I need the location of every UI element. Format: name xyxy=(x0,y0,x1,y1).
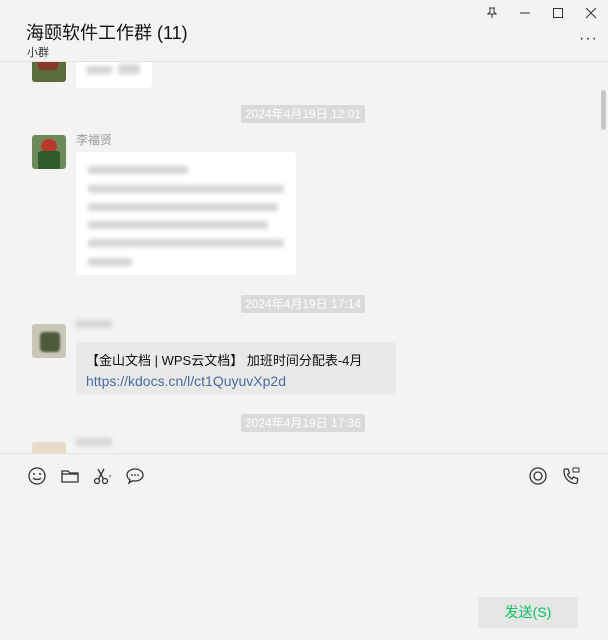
minimize-icon[interactable] xyxy=(515,4,535,22)
emoji-icon[interactable] xyxy=(27,466,47,486)
message-bubble[interactable] xyxy=(76,62,152,88)
link-message[interactable]: 【金山文档 | WPS云文档】 加班时间分配表-4月 https://kdocs… xyxy=(76,342,396,395)
sender-name-blurred xyxy=(76,320,112,328)
timestamp: 2024年4月19日 17:14 xyxy=(241,295,366,313)
sender-name-blurred xyxy=(76,438,112,446)
timestamp: 2024年4月19日 17:36 xyxy=(241,414,366,432)
input-toolbar xyxy=(0,453,608,497)
maximize-icon[interactable] xyxy=(548,4,568,22)
link-title: 【金山文档 | WPS云文档】 加班时间分配表-4月 xyxy=(86,353,363,368)
avatar[interactable] xyxy=(32,62,66,82)
sender-name: 李福贤 xyxy=(76,133,113,147)
chat-title: 海颐软件工作群 (11) xyxy=(26,23,188,43)
avatar[interactable] xyxy=(32,135,66,169)
send-button[interactable]: 发送(S) xyxy=(478,597,578,628)
pin-icon[interactable] xyxy=(482,4,502,22)
call-icon[interactable] xyxy=(561,466,581,486)
more-options-button[interactable]: ··· xyxy=(579,30,598,48)
chat-header: 海颐软件工作群 (11) 小群 ··· xyxy=(0,0,608,62)
scrollbar[interactable] xyxy=(601,90,606,130)
live-icon[interactable] xyxy=(528,466,548,486)
close-icon[interactable] xyxy=(581,4,601,22)
avatar[interactable] xyxy=(32,324,66,358)
link-url[interactable]: https://kdocs.cn/l/ct1QuyuvXp2d xyxy=(86,373,386,389)
message-list[interactable]: 2024年4月19日 12:01 李福贤 2024年4月19日 17:14 【金… xyxy=(0,62,608,453)
chat-bubble-icon[interactable] xyxy=(125,466,145,486)
folder-icon[interactable] xyxy=(60,466,80,486)
message-bubble[interactable] xyxy=(76,152,296,275)
scissors-icon[interactable] xyxy=(92,466,112,486)
avatar[interactable] xyxy=(32,442,66,453)
chat-subtitle: 小群 xyxy=(27,47,49,59)
timestamp: 2024年4月19日 12:01 xyxy=(241,105,366,123)
